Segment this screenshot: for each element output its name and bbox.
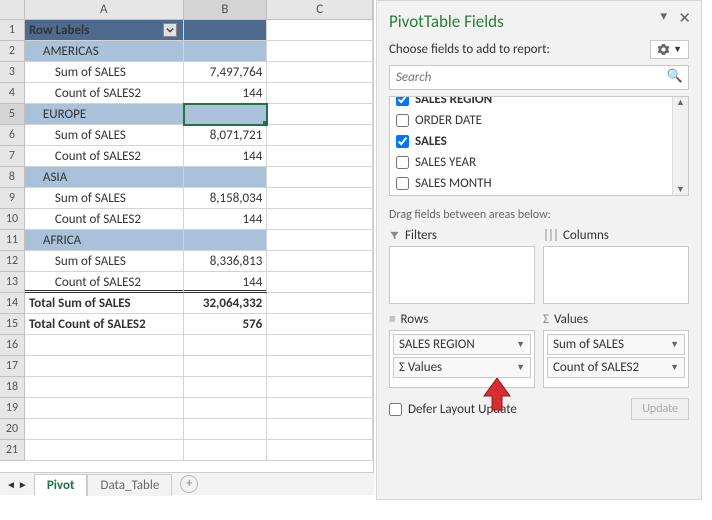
chevron-down-icon: ▼ [670,362,679,373]
defer-update-checkbox[interactable]: Defer Layout Update [389,402,517,417]
tab-nav[interactable]: ◄► [0,478,34,491]
field-checkbox[interactable] [396,135,409,148]
add-sheet-button[interactable]: + [180,475,198,493]
gear-icon [657,43,670,56]
filter-icon [389,230,400,241]
field-checkbox[interactable] [396,96,409,106]
update-button[interactable]: Update [631,398,689,420]
rows-icon: ≡ [389,312,395,327]
pivottable-fields-panel: ▾ ✕ PivotTable Fields Choose fields to a… [376,0,702,500]
select-all-corner[interactable] [0,0,25,19]
values-icon: Σ [543,312,549,327]
pivot-header[interactable]: Row Labels [25,20,184,41]
search-input[interactable] [389,65,689,90]
field-chip[interactable]: SALES REGION▼ [393,334,531,355]
col-header-c[interactable]: C [267,0,373,19]
columns-icon: ||| [543,228,558,243]
scrollbar[interactable]: ▲▼ [672,97,688,195]
column-headers: A B C [0,0,373,20]
col-header-b[interactable]: B [184,0,268,19]
values-area[interactable]: Sum of SALES▼ Count of SALES2▼ [543,330,689,388]
close-icon[interactable]: ✕ [678,9,691,28]
panel-title: PivotTable Fields [389,11,689,32]
chevron-down-icon: ▼ [516,362,525,373]
col-header-a[interactable]: A [25,0,184,19]
group-name[interactable]: EUROPE [25,104,184,125]
field-chip[interactable]: Σ Values▼ [393,357,531,378]
spreadsheet: A B C 1 Row Labels 2AMERICAS 3Sum of SAL… [0,0,374,472]
total-sum-label[interactable]: Total Sum of SALES [25,293,184,314]
group-name[interactable]: AMERICAS [25,41,184,62]
filters-area[interactable] [389,246,535,304]
field-checkbox[interactable] [396,177,409,190]
field-checkbox[interactable] [396,156,409,169]
active-cell[interactable] [184,104,268,125]
rows-area[interactable]: SALES REGION▼ Σ Values▼ [389,330,535,388]
search-icon: 🔍 [667,69,683,84]
field-checkbox[interactable] [396,114,409,127]
tab-data-table[interactable]: Data_Table [87,474,172,496]
columns-area[interactable] [543,246,689,304]
sheet-tabs: ◄► Pivot Data_Table + [0,472,374,495]
chevron-down-icon: ▼ [670,339,679,350]
field-list[interactable]: SALES REGION ORDER DATE SALES SALES YEAR… [389,96,689,196]
panel-subtitle: Choose fields to add to report: [389,42,550,57]
chevron-down-icon: ▼ [516,339,525,350]
drag-instruction: Drag fields between areas below: [389,208,689,222]
filter-dropdown-icon[interactable] [163,23,177,37]
field-chip[interactable]: Sum of SALES▼ [547,334,685,355]
panel-options-icon[interactable]: ▾ [660,9,667,24]
total-count-label[interactable]: Total Count of SALES2 [25,314,184,335]
tools-button[interactable]: ▼ [650,40,689,59]
field-chip[interactable]: Count of SALES2▼ [547,357,685,378]
tab-pivot[interactable]: Pivot [34,474,88,496]
